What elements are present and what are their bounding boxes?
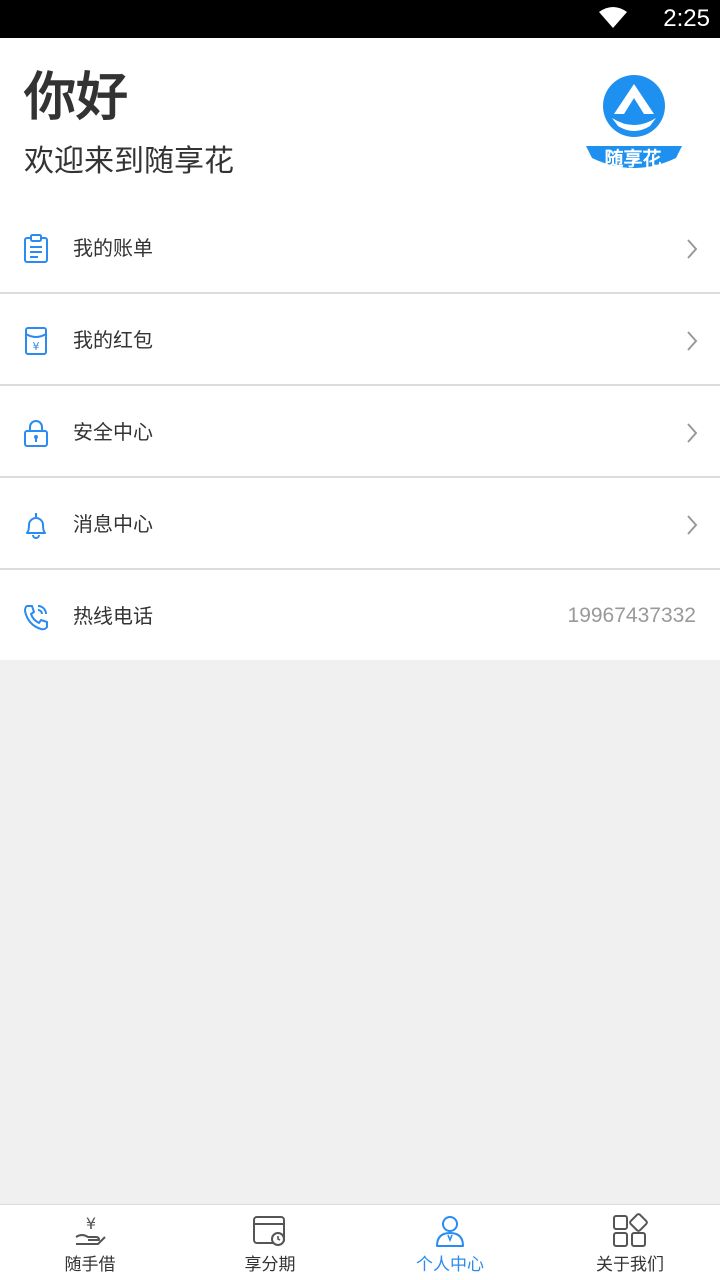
menu-item-security[interactable]: 安全中心 — [0, 386, 720, 478]
loan-hand-icon: ¥ — [75, 1214, 106, 1245]
menu-item-label: 消息中心 — [73, 512, 153, 536]
installment-icon — [253, 1216, 285, 1246]
menu-item-label: 安全中心 — [73, 420, 153, 444]
menu-item-hotline[interactable]: 热线电话 19967437332 — [0, 570, 720, 660]
menu-item-label: 我的红包 — [73, 328, 153, 352]
profile-header: 你好 欢迎来到随享花 随享花 — [0, 38, 720, 202]
menu-item-messages[interactable]: 消息中心 — [0, 478, 720, 570]
wifi-icon — [599, 7, 627, 28]
hotline-number[interactable]: 19967437332 — [568, 601, 696, 631]
chevron-right-icon — [687, 423, 698, 443]
logo-text: 随享花 — [604, 148, 662, 170]
user-icon — [436, 1216, 464, 1247]
tab-profile[interactable]: 个人中心 — [360, 1205, 540, 1280]
menu-item-bills[interactable]: 我的账单 — [0, 202, 720, 294]
tab-label: 随手借 — [64, 1255, 116, 1275]
bill-icon — [24, 234, 48, 263]
tab-label: 个人中心 — [416, 1255, 484, 1275]
svg-text:¥: ¥ — [33, 340, 40, 353]
tab-label: 享分期 — [244, 1255, 296, 1275]
chevron-right-icon — [687, 515, 698, 535]
menu-item-red-envelope[interactable]: ¥ 我的红包 — [0, 294, 720, 386]
tab-loan[interactable]: ¥ 随手借 — [0, 1205, 180, 1280]
status-bar: 2:25 — [0, 0, 720, 38]
bell-icon — [26, 513, 46, 539]
greeting-title: 你好 — [24, 68, 129, 128]
grid-icon — [613, 1213, 648, 1247]
chevron-right-icon — [687, 239, 698, 259]
menu-item-label: 热线电话 — [73, 604, 153, 628]
welcome-subtitle: 欢迎来到随享花 — [24, 144, 234, 179]
menu-item-label: 我的账单 — [73, 236, 153, 260]
red-envelope-icon: ¥ — [25, 327, 47, 355]
status-time: 2:25 — [663, 5, 710, 32]
lock-icon — [24, 420, 48, 447]
tab-installment[interactable]: 享分期 — [180, 1205, 360, 1280]
menu-list: 我的账单 ¥ 我的红包 安全中心 消息中心 热线电话 19967437332 — [0, 202, 720, 660]
svg-text:¥: ¥ — [86, 1214, 96, 1233]
chevron-right-icon — [687, 331, 698, 351]
bottom-tab-bar: ¥ 随手借 享分期 个人中心 关于我们 — [0, 1204, 720, 1280]
tab-about[interactable]: 关于我们 — [540, 1205, 720, 1280]
phone-icon — [24, 605, 48, 631]
tab-label: 关于我们 — [596, 1255, 664, 1275]
